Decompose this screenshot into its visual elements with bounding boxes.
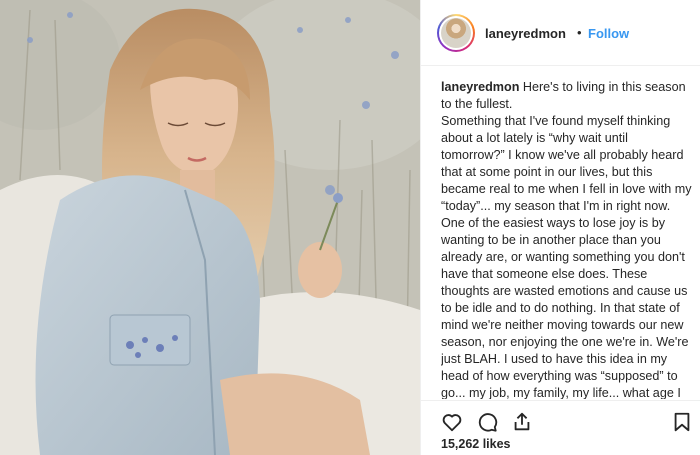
caption-username[interactable]: laneyredmon xyxy=(441,80,519,94)
comment-icon[interactable] xyxy=(476,411,498,433)
heart-icon[interactable] xyxy=(441,411,463,433)
avatar-image xyxy=(441,18,471,48)
header-username[interactable]: laneyredmon xyxy=(485,26,566,41)
share-icon[interactable] xyxy=(511,411,533,433)
post-side-panel: laneyredmon • Follow laneyredmon Here's … xyxy=(420,0,700,455)
photo-illustration xyxy=(0,0,420,455)
likes-count[interactable]: 15,262 likes xyxy=(441,437,511,451)
separator-dot: • xyxy=(577,25,582,40)
post-photo[interactable] xyxy=(0,0,420,455)
bookmark-icon[interactable] xyxy=(671,411,693,433)
follow-button[interactable]: Follow xyxy=(588,26,629,41)
avatar[interactable] xyxy=(437,14,475,52)
caption: laneyredmon Here's to living in this sea… xyxy=(441,79,693,399)
action-bar: 15,262 likes xyxy=(421,400,700,455)
post-header: laneyredmon • Follow xyxy=(421,0,700,66)
caption-body: Something that I've found myself thinkin… xyxy=(441,114,692,399)
